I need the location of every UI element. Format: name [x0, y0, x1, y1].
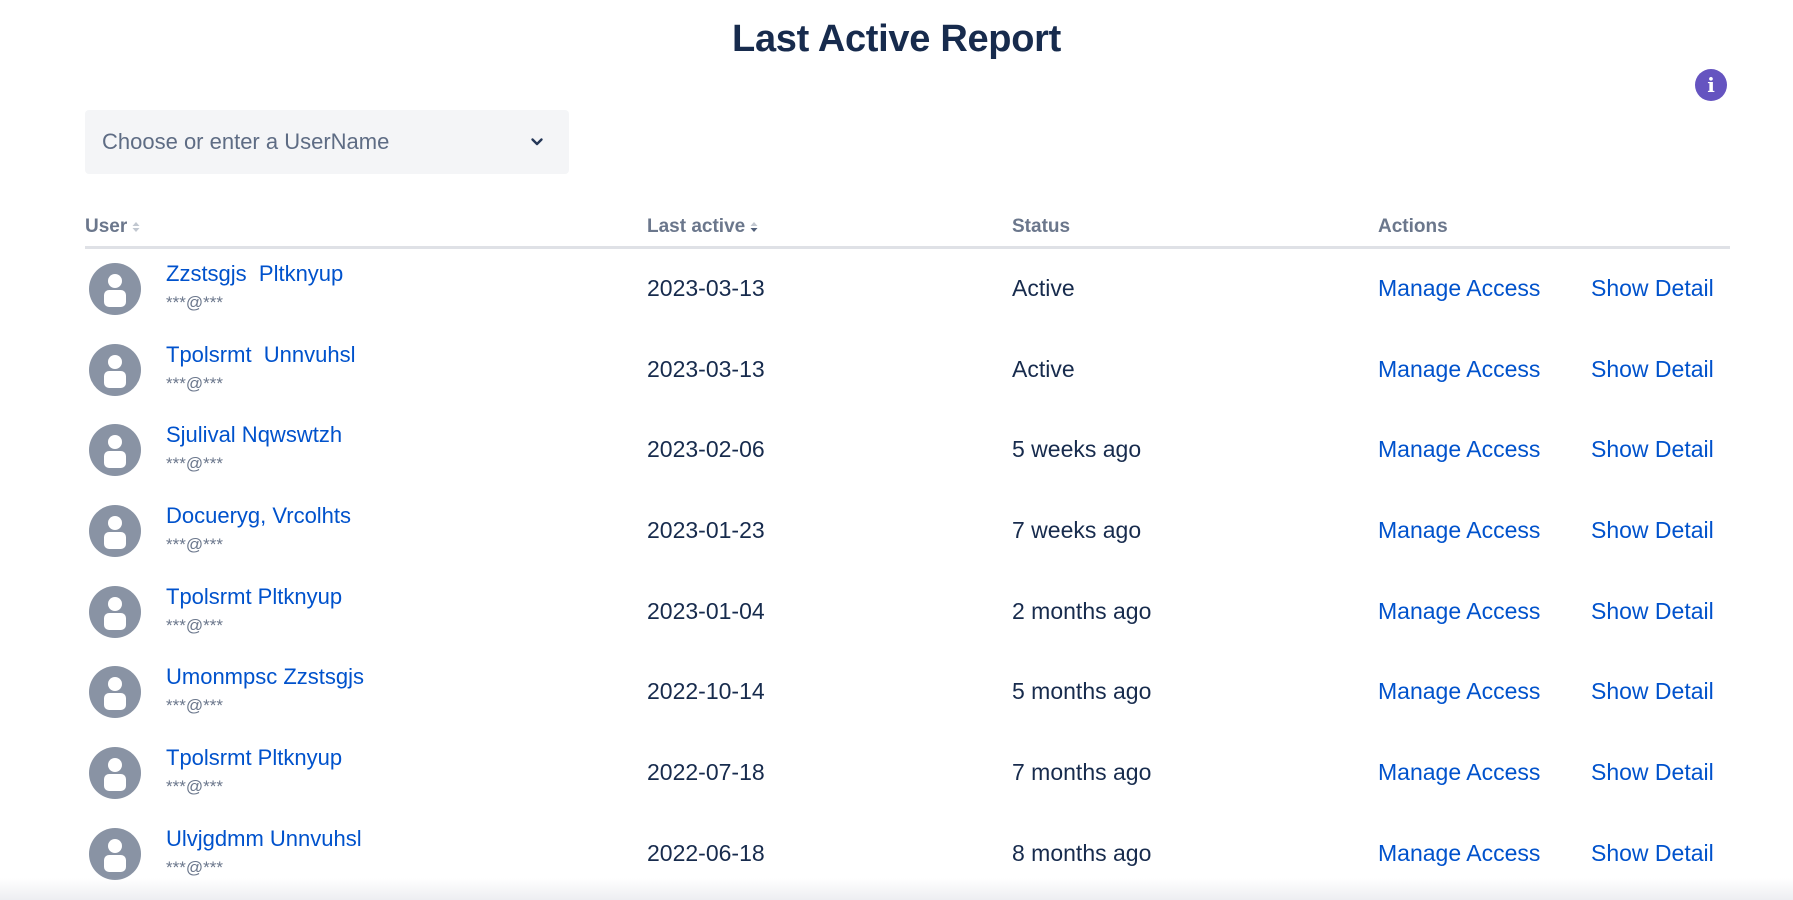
user-email: ***@*** — [166, 857, 223, 877]
bottom-fade — [0, 878, 1793, 900]
username-select[interactable]: Choose or enter a UserName — [85, 110, 569, 174]
user-name-link[interactable]: Ulvjgdmm Unnvuhsl — [166, 826, 362, 852]
manage-access-link[interactable]: Manage Access — [1378, 598, 1540, 625]
show-detail-link[interactable]: Show Detail — [1591, 598, 1714, 625]
user-name-link[interactable]: Docueryg, Vrcolhts — [166, 503, 351, 529]
user-email: ***@*** — [166, 373, 223, 393]
table-row: Sjulival Nqwswtzh ***@*** 2023-02-06 5 week… — [85, 410, 1730, 491]
last-active-date: 2023-01-23 — [647, 517, 765, 544]
table-row: Tpolsrmt Pltknyup ***@*** 2023-01-04 2 mont… — [85, 572, 1730, 653]
status-text: 7 weeks ago — [1012, 517, 1142, 544]
user-email: ***@*** — [166, 535, 223, 555]
user-name-link[interactable]: Tpolsrmt Pltknyup — [166, 745, 342, 771]
user-icon — [104, 677, 126, 711]
last-active-date: 2023-02-06 — [647, 436, 765, 463]
sort-desc-icon — [750, 222, 758, 232]
table-header: User Last active Status Actions — [85, 210, 1730, 249]
avatar — [89, 263, 141, 315]
last-active-table: User Last active Status Actions Zzstsgjs… — [85, 210, 1730, 895]
status-text: Active — [1012, 355, 1075, 382]
user-name-link[interactable]: Sjulival Nqwswtzh — [166, 422, 342, 448]
last-active-date: 2022-07-18 — [647, 759, 765, 786]
show-detail-link[interactable]: Show Detail — [1591, 517, 1714, 544]
user-email: ***@*** — [166, 615, 223, 635]
user-email: ***@*** — [166, 696, 223, 716]
status-text: 5 weeks ago — [1012, 436, 1142, 463]
user-icon — [104, 516, 126, 550]
user-icon — [104, 274, 126, 307]
column-header-actions: Actions — [1378, 216, 1448, 238]
manage-access-link[interactable]: Manage Access — [1378, 436, 1540, 463]
last-active-date: 2022-06-18 — [647, 839, 765, 866]
column-header-label: Last active — [647, 216, 746, 237]
user-icon — [104, 758, 126, 792]
user-name-link[interactable]: Tpolsrmt Unnvuhsl — [166, 342, 356, 368]
column-header-user[interactable]: User — [85, 216, 141, 238]
info-icon[interactable]: i — [1695, 69, 1727, 101]
column-header-label: Actions — [1378, 216, 1448, 237]
status-text: 5 months ago — [1012, 678, 1152, 705]
show-detail-link[interactable]: Show Detail — [1591, 840, 1714, 867]
user-icon — [104, 354, 126, 388]
avatar — [89, 827, 141, 880]
column-header-label: Status — [1012, 216, 1071, 237]
last-active-date: 2022-10-14 — [647, 678, 765, 705]
last-active-date: 2023-03-13 — [647, 355, 765, 382]
status-text: 2 months ago — [1012, 597, 1152, 624]
table-row: Tpolsrmt Pltknyup ***@*** 2022-07-18 7 mont… — [85, 733, 1730, 814]
user-name-link[interactable]: Umonmpsc Zzstsgjs — [166, 664, 364, 690]
manage-access-link[interactable]: Manage Access — [1378, 840, 1540, 867]
show-detail-link[interactable]: Show Detail — [1591, 759, 1714, 786]
manage-access-link[interactable]: Manage Access — [1378, 275, 1540, 302]
table-row: Umonmpsc Zzstsgjs ***@*** 2022-10-14 5 mont… — [85, 652, 1730, 733]
user-name-link[interactable]: Zzstsgjs Pltknyup — [166, 261, 343, 287]
table-row: Zzstsgjs Pltknyup ***@*** 2023-03-13 Active… — [85, 249, 1730, 330]
column-header-last-active[interactable]: Last active — [647, 216, 759, 238]
last-active-date: 2023-03-13 — [647, 275, 765, 301]
user-name-link[interactable]: Tpolsrmt Pltknyup — [166, 584, 342, 610]
column-header-status: Status — [1012, 216, 1070, 238]
user-email: ***@*** — [166, 293, 223, 312]
status-text: 8 months ago — [1012, 839, 1152, 866]
user-icon — [104, 435, 126, 469]
status-text: Active — [1012, 275, 1075, 301]
avatar — [89, 505, 141, 558]
table-row: Tpolsrmt Unnvuhsl ***@*** 2023-03-13 Active… — [85, 330, 1730, 411]
avatar — [89, 585, 141, 638]
user-email: ***@*** — [166, 777, 223, 797]
sort-icon — [132, 222, 140, 232]
manage-access-link[interactable]: Manage Access — [1378, 356, 1540, 383]
manage-access-link[interactable]: Manage Access — [1378, 517, 1540, 544]
user-email: ***@*** — [166, 454, 223, 474]
avatar — [89, 747, 141, 800]
avatar — [89, 666, 141, 719]
username-select-placeholder: Choose or enter a UserName — [102, 129, 390, 154]
show-detail-link[interactable]: Show Detail — [1591, 436, 1714, 463]
user-icon — [104, 838, 126, 872]
chevron-down-icon — [531, 138, 543, 146]
show-detail-link[interactable]: Show Detail — [1591, 678, 1714, 705]
last-active-date: 2023-01-04 — [647, 597, 765, 624]
page-title: Last Active Report — [732, 18, 1061, 60]
user-icon — [104, 596, 126, 630]
column-header-label: User — [85, 216, 128, 237]
table-row: Docueryg, Vrcolhts ***@*** 2023-01-23 7 wee… — [85, 491, 1730, 572]
avatar — [89, 343, 141, 396]
avatar — [89, 424, 141, 477]
manage-access-link[interactable]: Manage Access — [1378, 678, 1540, 705]
manage-access-link[interactable]: Manage Access — [1378, 759, 1540, 786]
table-body: Zzstsgjs Pltknyup ***@*** 2023-03-13 Active… — [85, 249, 1730, 895]
show-detail-link[interactable]: Show Detail — [1591, 275, 1714, 302]
status-text: 7 months ago — [1012, 759, 1152, 786]
show-detail-link[interactable]: Show Detail — [1591, 356, 1714, 383]
